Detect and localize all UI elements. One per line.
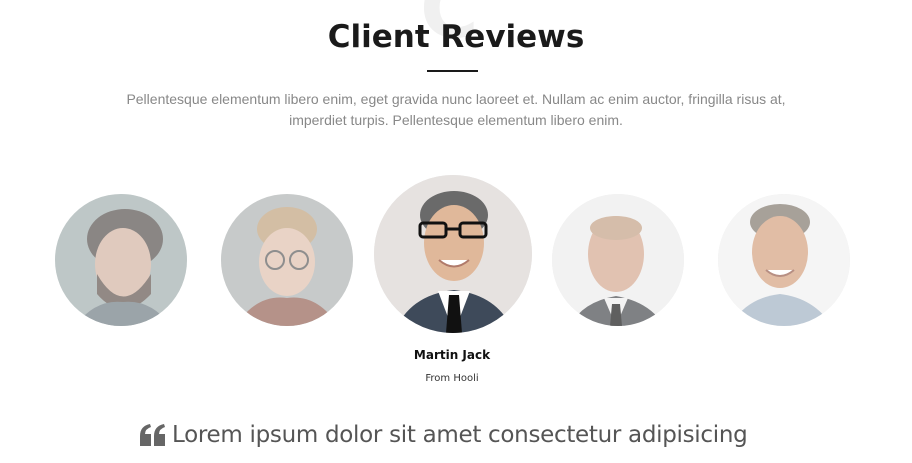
reviewer-photo-active <box>374 175 532 333</box>
review-quote-text: Lorem ipsum dolor sit amet consectetur a… <box>172 422 748 448</box>
section-title: Client Reviews <box>327 19 585 55</box>
reviewer-avatar-2[interactable] <box>221 194 353 326</box>
section-intro: Pellentesque elementum libero enim, eget… <box>126 91 786 128</box>
reviewer-photo-2 <box>221 194 353 326</box>
reviewer-avatar-active[interactable] <box>374 175 532 333</box>
reviewer-avatar-5[interactable] <box>718 194 850 326</box>
reviewer-photo-5 <box>718 194 850 326</box>
reviewer-photo-1 <box>55 194 187 326</box>
reviewer-company: From Hooli <box>425 373 479 384</box>
reviewer-avatar-4[interactable] <box>552 194 684 326</box>
review-quote: Lorem ipsum dolor sit amet consectetur a… <box>140 422 840 448</box>
quote-icon <box>140 424 165 446</box>
reviewer-name: Martin Jack <box>413 348 491 362</box>
title-divider <box>427 70 478 72</box>
reviewer-photo-4 <box>552 194 684 326</box>
reviewer-avatar-1[interactable] <box>55 194 187 326</box>
